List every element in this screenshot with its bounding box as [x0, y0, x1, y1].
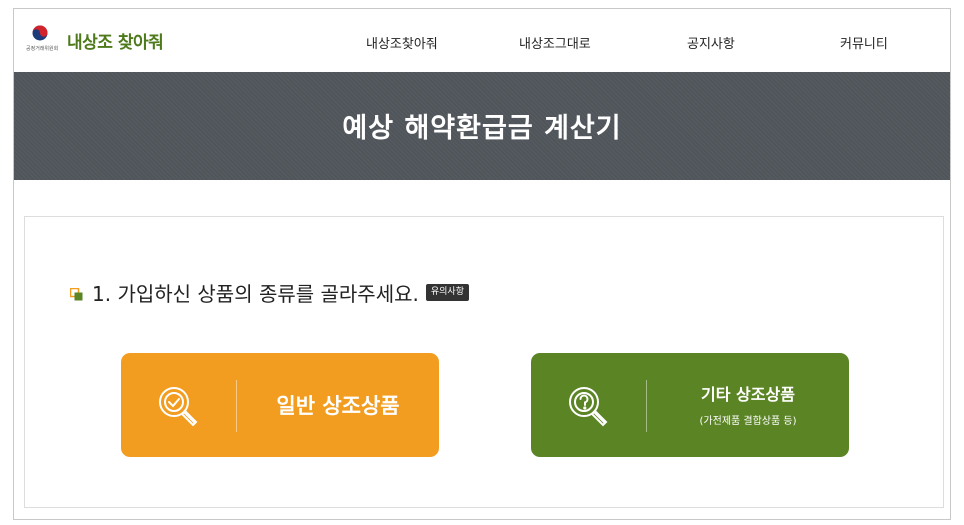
other-product-sublabel: (가전제품 결합상품 등) [699, 416, 797, 427]
search-question-icon [563, 381, 613, 431]
question-heading: 1. 가입하신 상품의 종류를 골라주세요. 유의사항 [69, 278, 469, 307]
square-bullet-icon [69, 286, 83, 301]
question-text: 1. 가입하신 상품의 종류를 골라주세요. [92, 282, 419, 306]
site-header: 공정거래위원회 내상조 찾아줘 내상조찾아줘 내상조그대로 공지사항 커뮤니티 [14, 9, 950, 72]
search-check-icon [153, 381, 203, 431]
calculator-panel: 1. 가입하신 상품의 종류를 골라주세요. 유의사항 일반 상조상품 기타 상… [24, 216, 944, 508]
nav-item-sangjo-as-is[interactable]: 내상조그대로 [519, 33, 591, 52]
other-product-label: 기타 상조상품 [701, 385, 795, 404]
general-product-label: 일반 상조상품 [276, 394, 400, 418]
other-product-button[interactable]: 기타 상조상품 (가전제품 결합상품 등) [531, 353, 849, 457]
notice-button[interactable]: 유의사항 [425, 284, 469, 301]
nav-item-find-sangjo[interactable]: 내상조찾아줘 [366, 33, 438, 52]
other-product-labels: 기타 상조상품 (가전제품 결합상품 등) [647, 381, 849, 427]
general-product-button[interactable]: 일반 상조상품 [121, 353, 439, 457]
nav-item-community[interactable]: 커뮤니티 [840, 33, 888, 52]
browser-frame: 공정거래위원회 내상조 찾아줘 내상조찾아줘 내상조그대로 공지사항 커뮤니티 … [13, 8, 951, 520]
logo-text: 내상조 찾아줘 [67, 33, 164, 53]
taegeuk-emblem-icon: 공정거래위원회 [26, 25, 58, 52]
nav-item-notices[interactable]: 공지사항 [687, 33, 735, 52]
page-title: 예상 해약환급금 계산기 [342, 113, 622, 144]
agency-name: 공정거래위원회 [26, 46, 59, 52]
site-logo[interactable]: 공정거래위원회 내상조 찾아줘 [26, 25, 164, 53]
page-banner: 예상 해약환급금 계산기 [14, 72, 950, 180]
